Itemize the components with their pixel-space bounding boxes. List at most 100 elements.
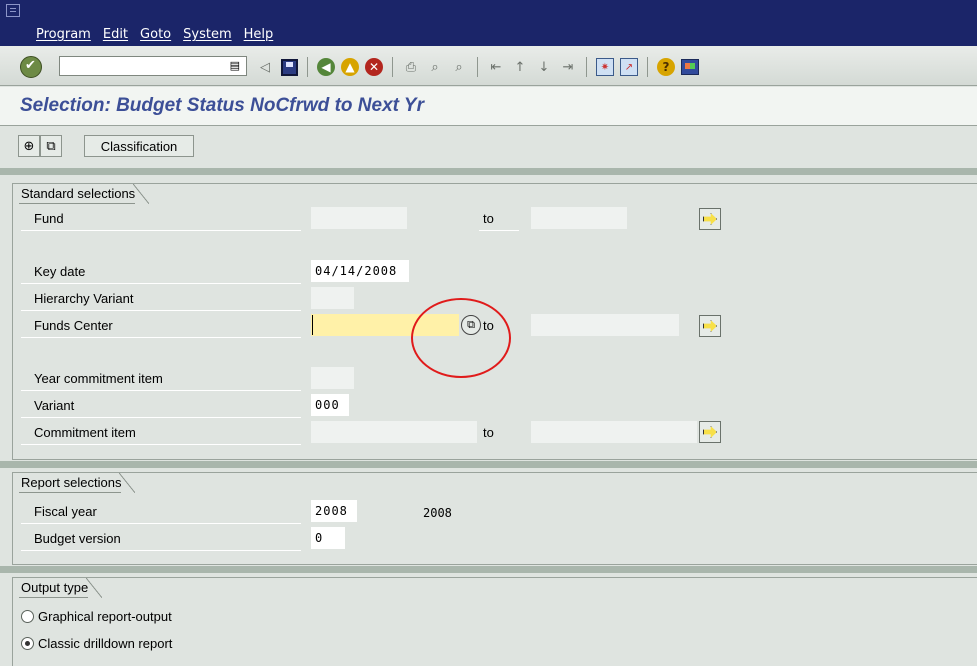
toolbar-separator bbox=[392, 57, 393, 77]
menu-goto[interactable]: Goto bbox=[140, 27, 171, 42]
group-title: Output type bbox=[19, 578, 103, 598]
find-icon[interactable]: ⌕ bbox=[425, 57, 445, 77]
row-underline bbox=[21, 523, 301, 524]
funds-center-label: Funds Center bbox=[34, 318, 113, 333]
fiscal-year-field[interactable] bbox=[311, 500, 357, 522]
layout-menu-icon[interactable] bbox=[680, 57, 700, 77]
graphical-report-label[interactable]: Graphical report-output bbox=[38, 606, 172, 627]
toolbar-separator bbox=[586, 57, 587, 77]
output-type-group: Output type Graphical report-output Clas… bbox=[12, 577, 977, 666]
toolbar-separator bbox=[647, 57, 648, 77]
budget-version-field[interactable] bbox=[311, 527, 345, 549]
execute-icon: ⊕ bbox=[23, 138, 35, 154]
variant-input[interactable] bbox=[312, 395, 348, 415]
budget-version-label: Budget version bbox=[34, 531, 121, 546]
highlight-circle bbox=[411, 298, 511, 378]
enter-icon[interactable] bbox=[20, 56, 42, 78]
row-underline bbox=[21, 283, 301, 284]
fund-to-input[interactable] bbox=[532, 208, 626, 228]
help-icon[interactable]: ? bbox=[656, 57, 676, 77]
funds-center-to-field[interactable] bbox=[531, 314, 679, 336]
classic-drilldown-radio[interactable] bbox=[21, 637, 34, 650]
main-menu: Program Edit Goto System Help bbox=[36, 27, 273, 42]
year-commitment-item-label: Year commitment item bbox=[34, 371, 163, 386]
find-next-icon[interactable]: ⌕ bbox=[449, 57, 469, 77]
fund-multiple-selection-button[interactable] bbox=[699, 208, 721, 230]
row-underline bbox=[21, 310, 301, 311]
fiscal-year-input[interactable] bbox=[312, 501, 356, 521]
key-date-field[interactable] bbox=[311, 260, 409, 282]
last-page-icon[interactable]: ⇥ bbox=[558, 57, 578, 77]
toolbar-separator bbox=[477, 57, 478, 77]
year-commitment-item-field[interactable] bbox=[311, 367, 354, 389]
hierarchy-variant-input[interactable] bbox=[312, 288, 353, 308]
commitment-item-from-field[interactable] bbox=[311, 421, 477, 443]
commitment-item-to-input[interactable] bbox=[532, 422, 696, 442]
group-title: Report selections bbox=[19, 473, 136, 493]
commitment-item-label: Commitment item bbox=[34, 425, 136, 440]
fund-from-input[interactable] bbox=[312, 208, 406, 228]
arrow-right-icon bbox=[703, 213, 717, 225]
execute-button[interactable]: ⊕ bbox=[18, 135, 40, 157]
funds-center-multiple-selection-button[interactable] bbox=[699, 315, 721, 337]
commitment-item-from-input[interactable] bbox=[312, 422, 476, 442]
toolbar-icons: ◁ ◀ ▲ ✕ ⎙ ⌕ ⌕ ⇤ ↑ ↓ ⇥ ✷ ↗ ? bbox=[255, 57, 700, 77]
fund-to-label: to bbox=[483, 211, 494, 226]
classic-drilldown-label[interactable]: Classic drilldown report bbox=[38, 633, 172, 654]
first-page-icon[interactable]: ⇤ bbox=[486, 57, 506, 77]
system-menu-icon[interactable] bbox=[6, 4, 20, 17]
variant-label: Variant bbox=[34, 398, 75, 413]
history-icon[interactable]: ▤ bbox=[230, 59, 240, 72]
key-date-input[interactable] bbox=[312, 261, 408, 281]
row-underline bbox=[21, 417, 301, 418]
command-field[interactable]: ▤ bbox=[59, 56, 247, 76]
previous-page-icon[interactable]: ↑ bbox=[510, 57, 530, 77]
standard-toolbar: ▤ ◁ ◀ ▲ ✕ ⎙ ⌕ ⌕ ⇤ ↑ ↓ ⇥ ✷ ↗ ? bbox=[0, 46, 977, 86]
shortcut-icon[interactable]: ↗ bbox=[619, 57, 639, 77]
variant-field[interactable] bbox=[311, 394, 349, 416]
budget-version-input[interactable] bbox=[312, 528, 344, 548]
save-icon[interactable] bbox=[279, 57, 299, 77]
get-variant-button[interactable]: ⧉ bbox=[40, 135, 62, 157]
application-toolbar: ⊕ ⧉ Classification bbox=[0, 127, 977, 167]
arrow-right-icon bbox=[703, 426, 717, 438]
row-underline bbox=[479, 230, 519, 231]
menu-help[interactable]: Help bbox=[244, 27, 274, 42]
separator-stripe bbox=[0, 168, 977, 175]
fund-from-field[interactable] bbox=[311, 207, 407, 229]
row-underline bbox=[21, 390, 301, 391]
fiscal-year-label: Fiscal year bbox=[34, 504, 97, 519]
get-variant-icon: ⧉ bbox=[46, 138, 56, 154]
command-input[interactable] bbox=[60, 57, 220, 75]
commitment-item-multiple-selection-button[interactable] bbox=[699, 421, 721, 443]
back-arrow-icon[interactable]: ◁ bbox=[255, 57, 275, 77]
toolbar-separator bbox=[307, 57, 308, 77]
funds-center-to-input[interactable] bbox=[532, 315, 678, 335]
hierarchy-variant-label: Hierarchy Variant bbox=[34, 291, 134, 306]
fund-label: Fund bbox=[34, 211, 64, 226]
exit-icon[interactable]: ▲ bbox=[340, 57, 360, 77]
back-icon[interactable]: ◀ bbox=[316, 57, 336, 77]
menu-program[interactable]: Program bbox=[36, 27, 91, 42]
year-commitment-item-input[interactable] bbox=[312, 368, 353, 388]
hierarchy-variant-field[interactable] bbox=[311, 287, 354, 309]
page-title: Selection: Budget Status NoCfrwd to Next… bbox=[20, 95, 424, 116]
classification-button[interactable]: Classification bbox=[84, 135, 194, 157]
menu-edit[interactable]: Edit bbox=[103, 27, 128, 42]
row-underline bbox=[21, 337, 301, 338]
menu-system[interactable]: System bbox=[183, 27, 231, 42]
print-icon[interactable]: ⎙ bbox=[401, 57, 421, 77]
row-underline bbox=[21, 444, 301, 445]
fiscal-year-text: 2008 bbox=[423, 506, 452, 520]
title-bar: Selection: Budget Status NoCfrwd to Next… bbox=[0, 87, 977, 126]
graphical-report-radio[interactable] bbox=[21, 610, 34, 623]
commitment-item-to-field[interactable] bbox=[531, 421, 697, 443]
next-page-icon[interactable]: ↓ bbox=[534, 57, 554, 77]
cancel-icon[interactable]: ✕ bbox=[364, 57, 384, 77]
row-underline bbox=[21, 550, 301, 551]
separator-stripe bbox=[0, 566, 977, 573]
create-session-icon[interactable]: ✷ bbox=[595, 57, 615, 77]
row-underline bbox=[21, 230, 301, 231]
fund-to-field[interactable] bbox=[531, 207, 627, 229]
group-title: Standard selections bbox=[19, 184, 150, 204]
